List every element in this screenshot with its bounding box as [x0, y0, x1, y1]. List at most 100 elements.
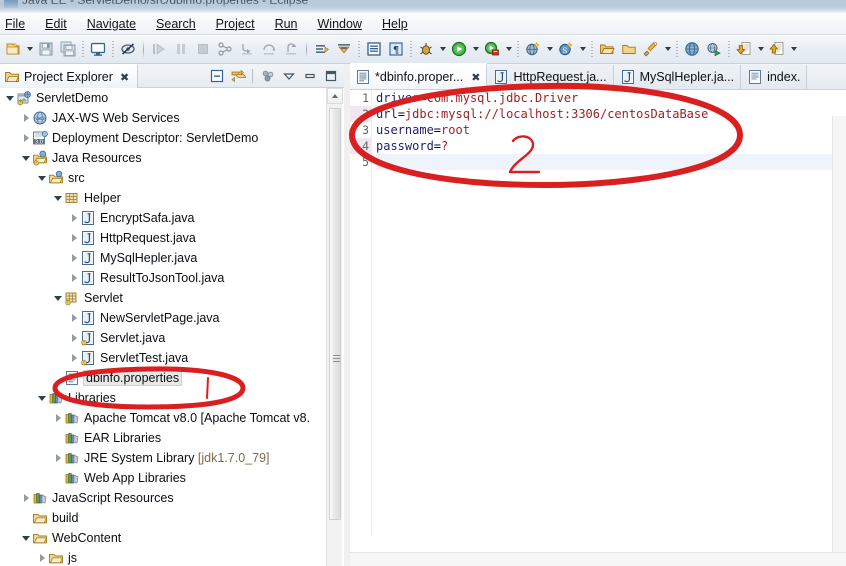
new-java-class-dropdown-arrow[interactable] [577, 38, 588, 60]
tree-item-dbinfo-properties[interactable]: dbinfo.properties [0, 368, 344, 388]
expand-arrow-icon[interactable] [20, 488, 32, 508]
tree-item-libraries[interactable]: Libraries [0, 388, 344, 408]
expand-arrow-icon[interactable] [68, 328, 80, 348]
menu-help[interactable]: Help [373, 15, 417, 33]
previous-annotation-icon[interactable] [333, 38, 355, 60]
save-icon[interactable] [35, 38, 57, 60]
new-server-dropdown-arrow[interactable] [544, 38, 555, 60]
close-icon[interactable]: ✖ [120, 71, 129, 84]
tree-item-mysqlhepler-java[interactable]: MySqlHepler.java [0, 248, 344, 268]
tree-item-servletdemo[interactable]: ! ServletDemo [0, 88, 344, 108]
save-all-icon[interactable] [57, 38, 79, 60]
tree-item-httprequest-java[interactable]: HttpRequest.java [0, 228, 344, 248]
skip-breakpoints-icon[interactable] [117, 38, 139, 60]
collapse-arrow-icon[interactable] [4, 88, 16, 108]
editor-tab-httprequest-ja[interactable]: HttpRequest.ja... [488, 65, 614, 89]
toggle-block-selection-icon[interactable] [363, 38, 385, 60]
next-annotation-icon[interactable] [311, 38, 333, 60]
collapse-arrow-icon[interactable] [52, 288, 64, 308]
expand-arrow-icon[interactable] [52, 408, 64, 428]
editor-tab-mysqlhepler-ja[interactable]: MySqlHepler.ja... [614, 65, 742, 89]
tree-item-web-app-libraries[interactable]: Web App Libraries [0, 468, 344, 488]
run-external-tools-icon[interactable] [481, 38, 503, 60]
tree-item-deployment-descriptor-servletdemo[interactable]: 3.0 Deployment Descriptor: ServletDemo [0, 128, 344, 148]
expand-arrow-icon[interactable] [68, 208, 80, 228]
tree-item-servlet[interactable]: ! Servlet [0, 288, 344, 308]
editor-tab-dbinfo-proper[interactable]: *dbinfo.proper... ✖ [350, 63, 488, 89]
menu-navigate[interactable]: Navigate [78, 15, 145, 33]
expand-arrow-icon[interactable] [36, 548, 48, 566]
tree-item-java-resources[interactable]: ! Java Resources [0, 148, 344, 168]
collapse-arrow-icon[interactable] [52, 188, 64, 208]
search-icon[interactable] [640, 38, 662, 60]
expand-arrow-icon[interactable] [68, 268, 80, 288]
menu-project[interactable]: Project [207, 15, 264, 33]
collapse-arrow-icon[interactable] [36, 168, 48, 188]
project-tree[interactable]: ! ServletDemo JAX-WS Web Services 3.0 Deploy… [0, 88, 344, 566]
collapse-arrow-icon[interactable] [36, 388, 48, 408]
tree-item-apache-tomcat-v8-0-apache-tomcat-v8[interactable]: Apache Tomcat v8.0 [Apache Tomcat v8. [0, 408, 344, 428]
expand-arrow-icon[interactable] [68, 348, 80, 368]
tree-item-webcontent[interactable]: WebContent [0, 528, 344, 548]
link-with-editor-icon[interactable] [228, 66, 247, 85]
new-wizard-icon[interactable] [2, 38, 24, 60]
close-icon[interactable]: ✖ [471, 71, 480, 84]
import-dropdown-arrow[interactable] [755, 38, 766, 60]
tree-item-servlettest-java[interactable]: ! ServletTest.java [0, 348, 344, 368]
menu-window[interactable]: Window [309, 15, 371, 33]
menu-run[interactable]: Run [266, 15, 307, 33]
code-line[interactable]: driver=com.mysql.jdbc.Driver [376, 90, 832, 106]
run-external-tools-dropdown-arrow[interactable] [503, 38, 514, 60]
export-dropdown-arrow[interactable] [788, 38, 799, 60]
expand-arrow-icon[interactable] [68, 248, 80, 268]
project-explorer-vertical-scrollbar[interactable] [326, 88, 343, 566]
run-icon[interactable] [448, 38, 470, 60]
menu-edit[interactable]: Edit [36, 15, 76, 33]
working-sets-icon[interactable] [258, 66, 277, 85]
collapse-arrow-icon[interactable] [20, 528, 32, 548]
collapse-all-icon[interactable] [207, 66, 226, 85]
expand-arrow-icon[interactable] [52, 448, 64, 468]
menu-file[interactable]: File [0, 15, 34, 33]
new-wizard-dropdown-arrow[interactable] [24, 38, 35, 60]
expand-arrow-icon[interactable] [68, 228, 80, 248]
search-dropdown-arrow[interactable] [662, 38, 673, 60]
collapse-arrow-icon[interactable] [20, 148, 32, 168]
tree-item-jre-system-library[interactable]: JRE System Library [jdk1.7.0_79] [0, 448, 344, 468]
tree-item-javascript-resources[interactable]: JavaScript Resources [0, 488, 344, 508]
console-icon[interactable] [87, 38, 109, 60]
tree-item-js[interactable]: js [0, 548, 344, 566]
code-line[interactable]: password=? [376, 138, 832, 154]
show-whitespace-icon[interactable]: ¶ [385, 38, 407, 60]
new-server-icon[interactable] [522, 38, 544, 60]
scroll-up-arrow[interactable] [327, 88, 343, 104]
import-icon[interactable] [733, 38, 755, 60]
tab-project-explorer[interactable]: Project Explorer ✖ [0, 64, 139, 88]
run-dropdown-arrow[interactable] [470, 38, 481, 60]
minimize-view-icon[interactable] [300, 66, 319, 85]
menu-search[interactable]: Search [147, 15, 205, 33]
tree-item-encryptsafa-java[interactable]: EncryptSafa.java [0, 208, 344, 228]
tree-item-src[interactable]: src [0, 168, 344, 188]
code-line[interactable]: url=jdbc:mysql://localhost:3306/centosDa… [376, 106, 832, 122]
tree-item-newservletpage-java[interactable]: NewServletPage.java [0, 308, 344, 328]
open-folder-icon[interactable] [618, 38, 640, 60]
new-java-class-icon[interactable]: S [555, 38, 577, 60]
export-icon[interactable] [766, 38, 788, 60]
code-text[interactable]: driver=com.mysql.jdbc.Driver url=jdbc:mys… [376, 90, 832, 566]
open-web-browser-icon[interactable] [681, 38, 703, 60]
editor-horizontal-scrollbar[interactable] [350, 552, 846, 566]
editor-tab-index[interactable]: index. [742, 65, 808, 89]
view-menu-icon[interactable] [279, 66, 298, 85]
properties-editor[interactable]: 12345 driver=com.mysql.jdbc.Driver url=jd… [350, 90, 846, 566]
debug-icon[interactable] [415, 38, 437, 60]
code-line[interactable]: username=root [376, 122, 832, 138]
expand-arrow-icon[interactable] [20, 108, 32, 128]
code-line[interactable] [376, 154, 832, 170]
tree-item-resulttojsontool-java[interactable]: ResultToJsonTool.java [0, 268, 344, 288]
open-type-icon[interactable] [596, 38, 618, 60]
run-on-server-icon[interactable] [703, 38, 725, 60]
scrollbar-thumb[interactable] [329, 108, 341, 520]
expand-arrow-icon[interactable] [20, 128, 32, 148]
tree-item-helper[interactable]: Helper [0, 188, 344, 208]
